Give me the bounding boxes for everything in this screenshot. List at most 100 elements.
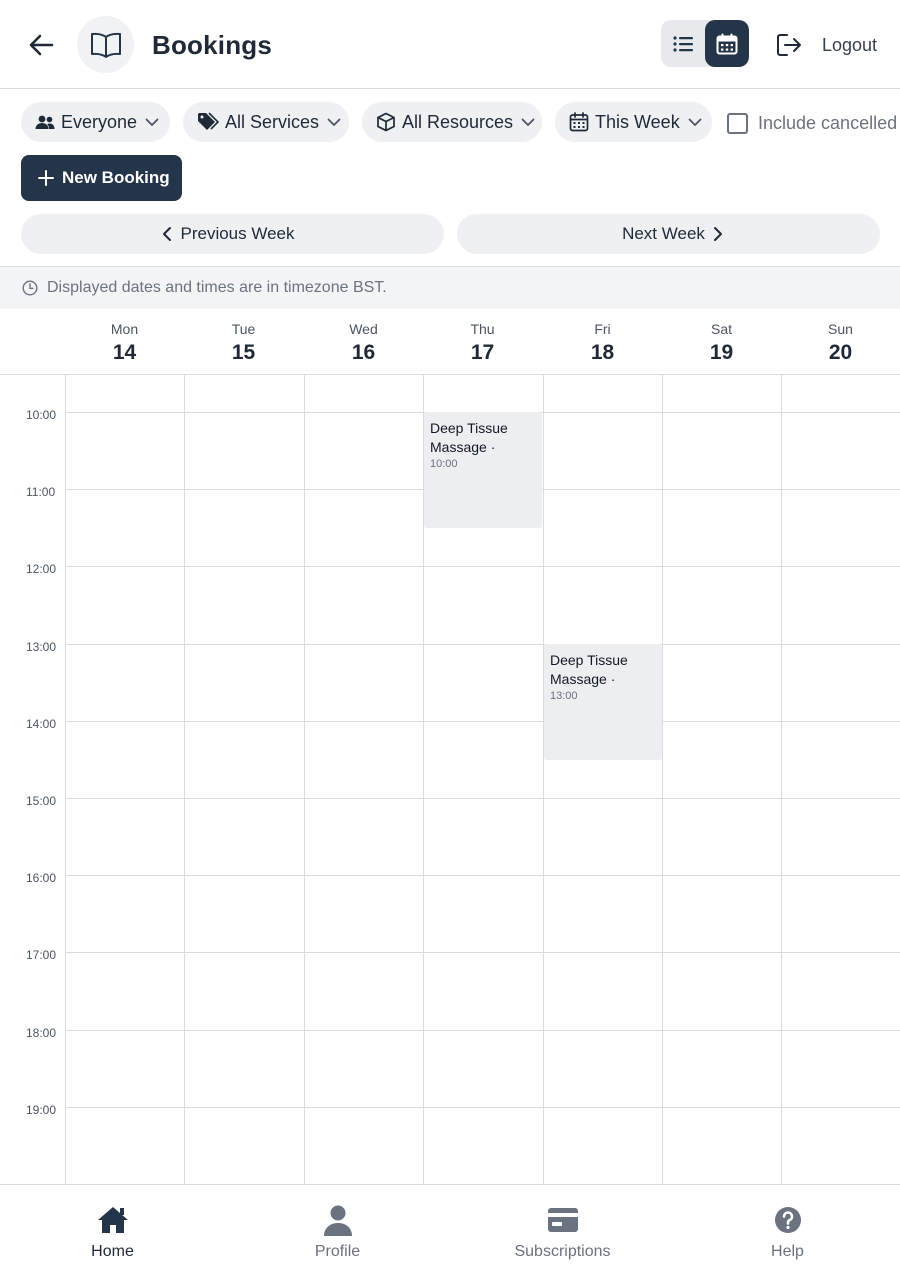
next-week-label: Next Week xyxy=(622,224,705,243)
day-column-header: Sun 20 xyxy=(781,309,900,365)
help-icon xyxy=(774,1207,801,1233)
period-filter-label: This Week xyxy=(595,111,680,132)
timezone-notice: Displayed dates and times are in timezon… xyxy=(47,279,387,296)
nav-help[interactable]: Help xyxy=(675,1185,900,1286)
grid-column-line xyxy=(184,375,185,1184)
plus-icon xyxy=(38,170,54,186)
booking-event-title: Deep Tissue Massage · xyxy=(430,420,508,455)
previous-week-label: Previous Week xyxy=(180,224,295,243)
logout-icon xyxy=(777,34,801,56)
grid-hour-line xyxy=(65,644,900,645)
day-name: Mon xyxy=(110,321,139,337)
page-title: Bookings xyxy=(152,30,273,60)
day-date: 17 xyxy=(470,341,495,364)
people-filter-label: Everyone xyxy=(61,111,138,132)
day-name: Sat xyxy=(710,321,732,337)
booking-event-time: 10:00 xyxy=(430,458,458,470)
nav-home-label: Home xyxy=(91,1243,134,1260)
logout-button[interactable]: Logout xyxy=(776,30,877,60)
calendar-view-button[interactable] xyxy=(705,20,749,67)
back-button[interactable] xyxy=(22,26,60,64)
grid-column-line xyxy=(781,375,782,1184)
booking-event-time: 13:00 xyxy=(550,690,578,702)
hour-label: 11:00 xyxy=(26,485,56,499)
nav-profile-label: Profile xyxy=(314,1243,361,1260)
hour-label: 16:00 xyxy=(26,871,57,885)
grid-hour-line xyxy=(65,1107,900,1108)
include-cancelled-toggle[interactable]: Include cancelled xyxy=(727,112,897,134)
grid-column-line xyxy=(304,375,305,1184)
app-header: Bookings Logout xyxy=(0,0,900,89)
tags-icon xyxy=(198,112,219,130)
grid-column-line xyxy=(543,375,544,1184)
chevron-left-icon xyxy=(163,227,172,241)
hour-label: 19:00 xyxy=(26,1103,57,1117)
booking-event[interactable]: Deep Tissue Massage · 13:00 xyxy=(544,644,662,760)
new-booking-button[interactable]: New Booking xyxy=(21,155,182,201)
calendar-day-header: Mon 14 Tue 15 Wed 16 Thu 17 Fri 18 Sat 19 Sun 20 xyxy=(0,309,900,375)
new-booking-label: New Booking xyxy=(62,168,170,187)
grid-column-line xyxy=(65,375,66,1184)
day-column-header: Mon 14 xyxy=(65,309,184,365)
chevron-down-icon xyxy=(688,118,702,126)
services-filter[interactable]: All Services xyxy=(183,102,349,142)
bottom-navigation: Home Profile Subscriptions Help xyxy=(0,1184,900,1286)
day-date: 15 xyxy=(231,341,256,364)
box-icon xyxy=(377,112,395,132)
arrow-left-icon xyxy=(29,34,54,56)
grid-hour-line xyxy=(65,798,900,799)
day-name: Thu xyxy=(470,321,495,337)
grid-hour-line xyxy=(65,1030,900,1031)
people-icon xyxy=(35,115,55,129)
view-toggle xyxy=(661,20,749,67)
include-cancelled-checkbox[interactable] xyxy=(727,112,748,134)
nav-profile[interactable]: Profile xyxy=(225,1185,450,1286)
resources-filter[interactable]: All Resources xyxy=(362,102,542,142)
chevron-right-icon xyxy=(713,227,722,241)
nav-subscriptions-label: Subscriptions xyxy=(514,1243,611,1260)
home-icon xyxy=(97,1207,128,1233)
previous-week-button[interactable]: Previous Week xyxy=(21,214,444,254)
day-column-header: Thu 17 xyxy=(423,309,542,365)
booking-event-title: Deep Tissue Massage · xyxy=(550,652,628,687)
calendar-icon xyxy=(716,33,738,54)
calendar-grid: 10:00 11:00 12:00 13:00 14:00 15:00 16:00 17:00… xyxy=(0,375,900,1184)
include-cancelled-label: Include cancelled xyxy=(758,112,898,133)
chevron-down-icon xyxy=(327,118,341,126)
day-name: Tue xyxy=(231,321,256,337)
nav-subscriptions[interactable]: Subscriptions xyxy=(450,1185,675,1286)
calendar-icon xyxy=(569,112,589,132)
day-column-header: Wed 16 xyxy=(304,309,423,365)
day-date: 16 xyxy=(351,341,376,364)
hour-label: 10:00 xyxy=(26,408,57,422)
nav-help-label: Help xyxy=(771,1243,804,1260)
hour-label: 17:00 xyxy=(26,948,57,962)
people-filter[interactable]: Everyone xyxy=(21,102,170,142)
grid-hour-line xyxy=(65,952,900,953)
list-view-button[interactable] xyxy=(661,20,705,67)
day-date: 20 xyxy=(828,341,853,364)
next-week-button[interactable]: Next Week xyxy=(457,214,880,254)
booking-event[interactable]: Deep Tissue Massage · 10:00 xyxy=(424,412,542,528)
grid-hour-line xyxy=(65,566,900,567)
day-column-header: Sat 19 xyxy=(662,309,781,365)
list-icon xyxy=(673,35,693,52)
card-icon xyxy=(547,1208,578,1232)
hour-label: 13:00 xyxy=(26,640,57,654)
day-date: 19 xyxy=(709,341,734,364)
clock-icon xyxy=(22,280,38,296)
day-name: Sun xyxy=(828,321,853,337)
chevron-down-icon xyxy=(145,118,159,126)
grid-column-line xyxy=(662,375,663,1184)
nav-home[interactable]: Home xyxy=(0,1185,225,1286)
chevron-down-icon xyxy=(521,118,535,126)
day-date: 14 xyxy=(112,341,137,364)
resources-filter-label: All Resources xyxy=(402,111,514,132)
services-filter-label: All Services xyxy=(225,111,320,132)
open-book-icon xyxy=(90,32,121,58)
hour-label: 14:00 xyxy=(26,717,57,731)
day-date: 18 xyxy=(590,341,615,364)
day-column-header: Fri 18 xyxy=(543,309,662,365)
period-filter[interactable]: This Week xyxy=(555,102,712,142)
day-name: Fri xyxy=(594,321,611,337)
